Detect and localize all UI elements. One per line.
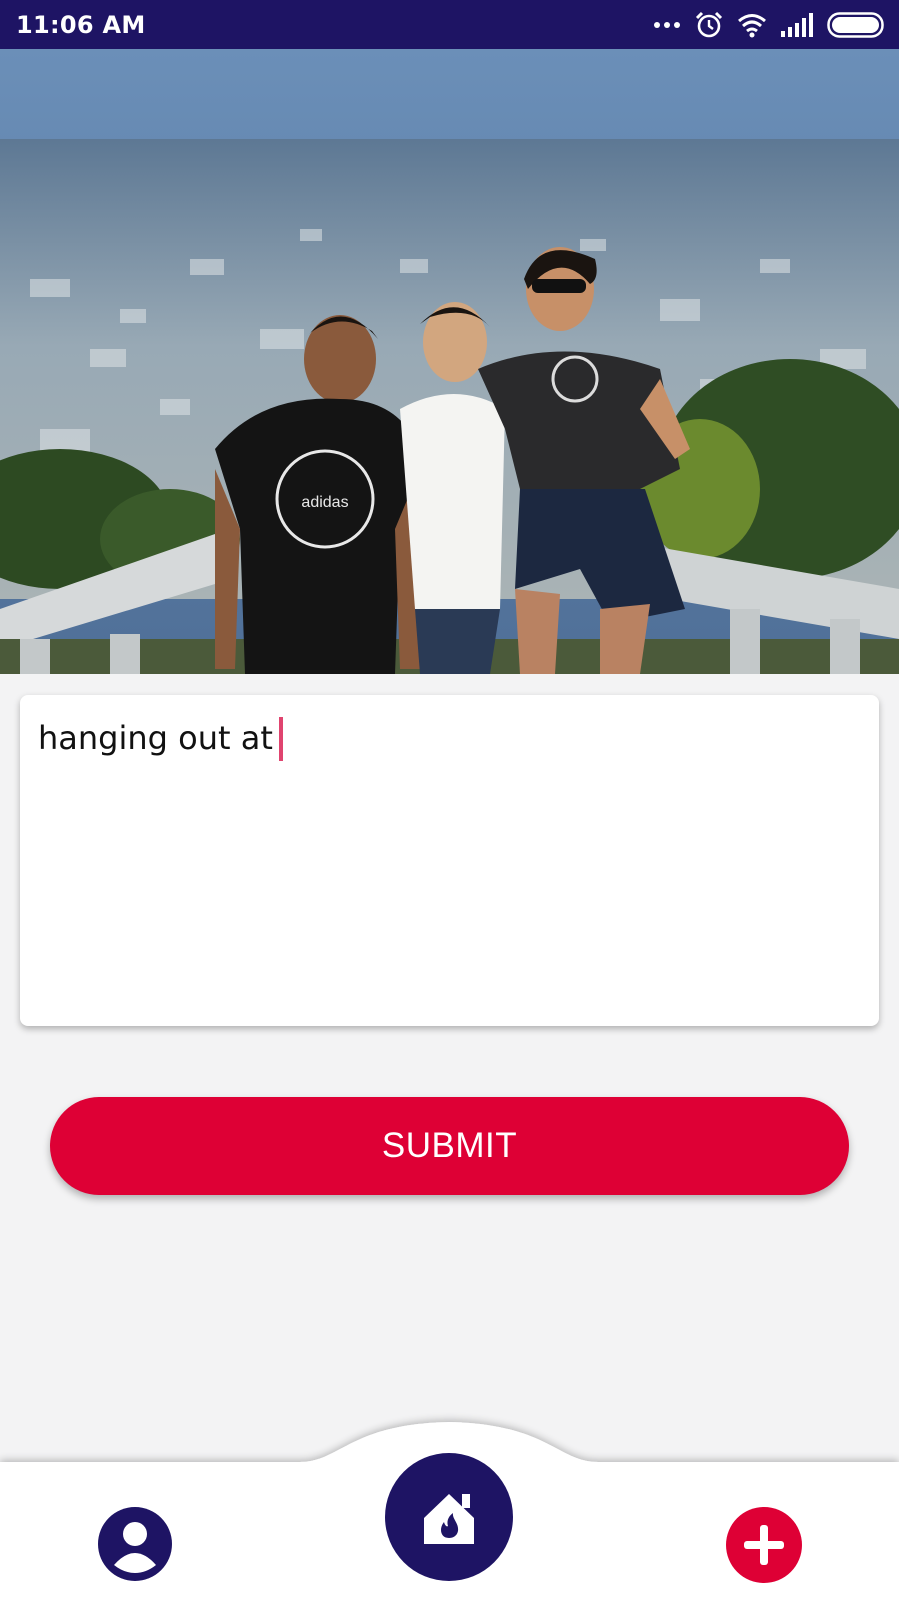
nav-profile-button[interactable]	[98, 1507, 172, 1581]
wifi-icon	[737, 12, 767, 38]
home-flame-icon	[424, 1494, 474, 1544]
add-icon	[744, 1525, 784, 1565]
alarm-icon	[695, 11, 723, 39]
profile-icon	[98, 1507, 172, 1581]
status-time: 11:06 AM	[16, 11, 146, 39]
status-icons	[653, 9, 887, 41]
post-photo: adidas	[0, 49, 899, 674]
nav-add-button[interactable]	[726, 1507, 802, 1583]
status-bar: 11:06 AM	[0, 0, 899, 49]
caption-text-wrapper[interactable]: hanging out at	[38, 717, 283, 761]
signal-icon	[781, 13, 813, 37]
bottom-navigation	[0, 1400, 899, 1599]
battery-icon	[827, 12, 887, 38]
caption-value: hanging out at	[38, 719, 273, 757]
more-dots-icon	[653, 20, 681, 30]
submit-label: SUBMIT	[381, 1126, 518, 1165]
nav-home-button[interactable]	[385, 1453, 513, 1581]
submit-button[interactable]: SUBMIT	[50, 1097, 849, 1195]
text-caret	[278, 717, 283, 761]
caption-input[interactable]: hanging out at	[20, 695, 879, 1026]
svg-text:adidas: adidas	[301, 494, 348, 511]
